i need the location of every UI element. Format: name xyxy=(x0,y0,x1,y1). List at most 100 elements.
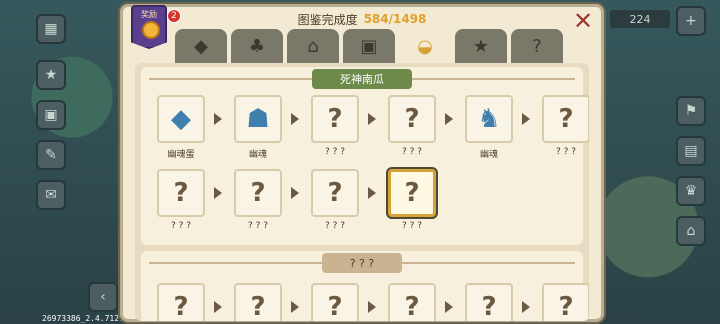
hud-add-button[interactable]: + xyxy=(676,6,706,36)
collection-section-death-pumpkin: 死神南瓜 ◆ 幽魂蛋 ☗ 幽魂?? ? ??? ? ? ♞ 幽魂?? ? ??? ? ??… xyxy=(141,67,589,245)
creature-card[interactable]: ? xyxy=(311,169,359,217)
hud-tool-button[interactable]: ✎ xyxy=(36,140,66,170)
creature-card[interactable]: ? xyxy=(234,169,282,217)
tab-question[interactable]: ? xyxy=(511,29,563,63)
shop-icon: ⌂ xyxy=(686,223,696,239)
flag-icon: ⚑ xyxy=(684,103,698,119)
creature-card[interactable]: ♞ xyxy=(465,95,513,143)
tab-chest[interactable]: ▣ xyxy=(343,29,395,63)
creature-name: ? ? ? xyxy=(170,221,192,231)
unknown-creature-icon: ? xyxy=(173,178,189,208)
collection-panel: 奖励 2 图鉴完成度 584/1498 ✕ ◆ ♣ ⌂ ▣ ◒ ★? 死神南瓜 ◆ 幽魂蛋 ☗… xyxy=(120,4,604,322)
unknown-creature-icon: ? xyxy=(250,178,266,208)
clover-icon: ♣ xyxy=(248,35,266,57)
completion-label: 图鉴完成度 xyxy=(297,12,358,27)
gift-icon: ▤ xyxy=(684,143,698,159)
evolution-arrow-icon xyxy=(214,301,222,313)
creature-name: 幽魂蛋 xyxy=(167,150,195,160)
star-icon: ★ xyxy=(472,35,490,57)
unknown-creature-icon: ? xyxy=(404,292,420,321)
unknown-creature-icon: ? xyxy=(327,178,343,208)
creature-name: ? ? ? xyxy=(555,147,577,157)
ghost-creature-icon: ☗ xyxy=(246,104,270,134)
creature-card[interactable]: ? xyxy=(157,283,205,321)
section-title: 死神南瓜 xyxy=(141,69,583,89)
unknown-creature-icon: ? xyxy=(558,292,574,321)
creature-card[interactable]: ◆ xyxy=(157,95,205,143)
creature-card[interactable]: ? xyxy=(157,169,205,217)
chest-icon: ▣ xyxy=(360,35,378,57)
hud-back-button[interactable]: ‹ xyxy=(88,282,118,312)
creature-card[interactable]: ? xyxy=(388,169,436,217)
close-button[interactable]: ✕ xyxy=(571,9,595,33)
section-title-text: ? ? ? xyxy=(321,253,403,273)
question-icon: ? xyxy=(532,35,542,57)
creature-name: ? ? ? xyxy=(401,147,423,157)
box-icon: ▣ xyxy=(44,107,58,123)
hud-side-button-3[interactable]: ♛ xyxy=(676,176,706,206)
evolution-arrow-icon xyxy=(291,187,299,199)
evolution-arrow-icon xyxy=(214,113,222,125)
creature-card[interactable]: ? xyxy=(234,283,282,321)
tab-house[interactable]: ⌂ xyxy=(287,29,339,63)
evolution-arrow-icon xyxy=(445,301,453,313)
evolution-arrow-icon xyxy=(368,187,376,199)
hud-side-button-4[interactable]: ⌂ xyxy=(676,216,706,246)
evolution-arrow-icon xyxy=(368,301,376,313)
creature-card[interactable]: ? xyxy=(542,283,589,321)
unknown-creature-icon: ? xyxy=(173,292,189,321)
tab-star[interactable]: ★ xyxy=(455,29,507,63)
tab-egg[interactable]: ◒ xyxy=(399,29,451,63)
evolution-arrow-icon xyxy=(291,301,299,313)
unknown-creature-icon: ? xyxy=(404,178,420,208)
creature-card[interactable]: ? xyxy=(388,283,436,321)
creature-name: ? ? ? xyxy=(324,221,346,231)
creature-card[interactable]: ? xyxy=(465,283,513,321)
tab-gem[interactable]: ◆ xyxy=(175,29,227,63)
creature-name: 幽魂 xyxy=(248,150,267,160)
completion-count: 584/1498 xyxy=(363,12,427,26)
evolution-arrow-icon xyxy=(522,113,530,125)
ghost-creature-icon: ◆ xyxy=(171,104,191,134)
creature-card[interactable]: ? xyxy=(311,95,359,143)
unknown-creature-icon: ? xyxy=(327,292,343,321)
ghost-creature-icon: ♞ xyxy=(477,104,501,134)
evolution-arrow-icon xyxy=(214,187,222,199)
category-tabs: ◆ ♣ ⌂ ▣ ◒ ★? xyxy=(175,29,563,63)
collection-header: 图鉴完成度 584/1498 xyxy=(123,7,601,31)
hud-side-button-1[interactable]: ⚑ xyxy=(676,96,706,126)
creature-card[interactable]: ? xyxy=(311,283,359,321)
plus-icon: + xyxy=(685,13,697,29)
evolution-arrow-icon xyxy=(445,113,453,125)
section-title-text: 死神南瓜 xyxy=(312,69,412,89)
mail-icon: ✉ xyxy=(45,187,57,203)
creature-card[interactable]: ? xyxy=(542,95,589,143)
collection-section-unknown: ? ? ? ?????? xyxy=(141,251,589,321)
creature-name: ? ? ? xyxy=(401,221,423,231)
hud-star-button[interactable]: ★ xyxy=(36,60,66,90)
creature-name: ? ? ? xyxy=(247,221,269,231)
chevron-left-icon: ‹ xyxy=(100,289,106,305)
unknown-creature-icon: ? xyxy=(250,292,266,321)
hud-mail-button[interactable]: ✉ xyxy=(36,180,66,210)
evolution-arrow-icon xyxy=(522,301,530,313)
house-icon: ⌂ xyxy=(307,35,319,57)
tab-clover[interactable]: ♣ xyxy=(231,29,283,63)
creature-card[interactable]: ☗ xyxy=(234,95,282,143)
unknown-creature-icon: ? xyxy=(558,104,574,134)
unknown-creature-icon: ? xyxy=(481,292,497,321)
section-title: ? ? ? xyxy=(141,253,583,273)
unknown-creature-icon: ? xyxy=(404,104,420,134)
collection-content: 死神南瓜 ◆ 幽魂蛋 ☗ 幽魂?? ? ??? ? ? ♞ 幽魂?? ? ??? ? ??… xyxy=(135,63,589,321)
hud-map-button[interactable]: ▦ xyxy=(36,14,66,44)
hud-side-button-2[interactable]: ▤ xyxy=(676,136,706,166)
hud-box-button[interactable]: ▣ xyxy=(36,100,66,130)
evolution-arrow-icon xyxy=(368,113,376,125)
star-icon: ★ xyxy=(44,67,58,83)
creature-name: ? ? ? xyxy=(324,147,346,157)
creature-card[interactable]: ? xyxy=(388,95,436,143)
unknown-creature-icon: ? xyxy=(327,104,343,134)
map-icon: ▦ xyxy=(44,21,58,37)
trophy-icon: ♛ xyxy=(684,183,698,199)
gem-icon: ◆ xyxy=(194,35,208,57)
